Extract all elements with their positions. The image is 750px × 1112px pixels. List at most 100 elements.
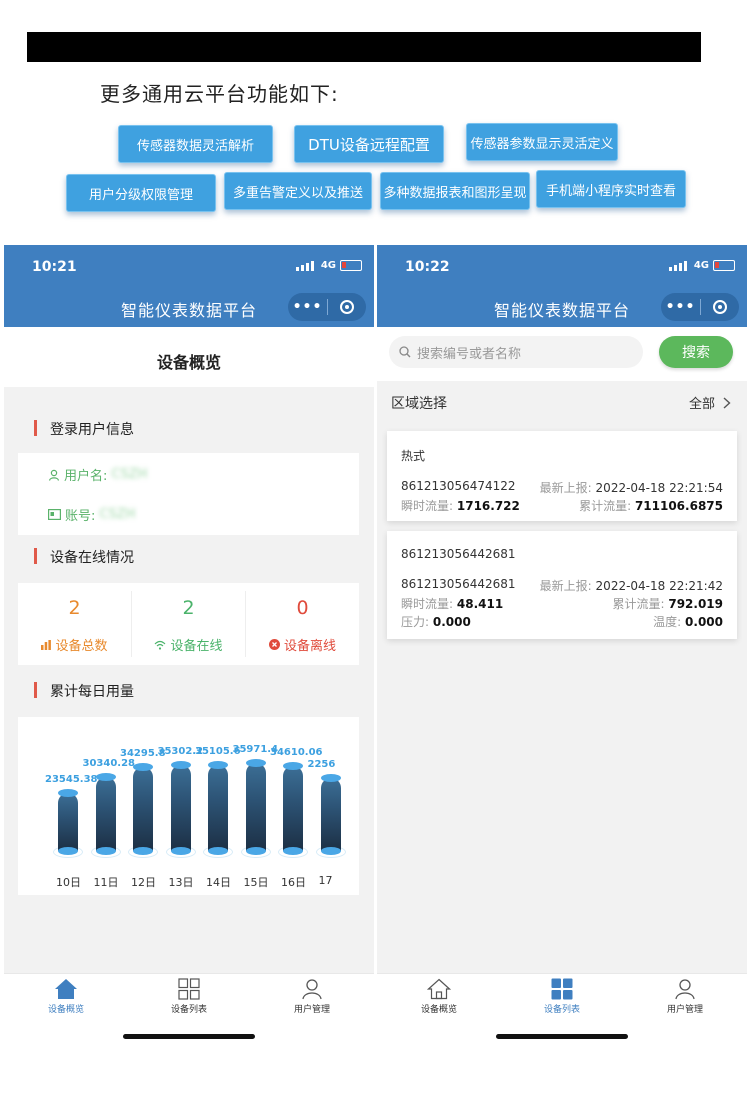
banner-title: 更多通用云平台功能如下: (100, 82, 339, 106)
more-icon[interactable]: ••• (661, 299, 700, 315)
stat-online[interactable]: 2 设备在线 (132, 583, 245, 665)
flow-label: 瞬时流量: (401, 499, 454, 513)
chart-bar[interactable] (283, 766, 303, 851)
close-target-icon[interactable] (701, 300, 739, 314)
online-stats-card: 2 设备总数 2 设备在线 0 设备离线 (18, 583, 359, 665)
tab-overview[interactable]: 设备概览 (16, 978, 116, 1015)
daily-usage-chart: 23545.38 10日 30340.28 11日 34295.8 12日 35302.2 1… (18, 717, 359, 895)
report-label: 最新上报: (539, 481, 592, 495)
home-indicator (123, 1034, 255, 1039)
bar-base (245, 847, 266, 855)
pressure-label: 压力: (401, 615, 430, 629)
bar-base (95, 847, 116, 855)
chart-bar[interactable] (320, 777, 341, 851)
bar-cap (95, 772, 116, 781)
chart-bar[interactable] (133, 767, 153, 851)
redaction-bar (27, 32, 701, 62)
page-title: 设备概览 (156, 353, 221, 372)
username-value: CSZH (111, 467, 148, 482)
battery-icon (340, 260, 362, 271)
tab-label: 设备列表 (543, 1005, 580, 1015)
home-indicator (496, 1034, 628, 1039)
device-id: 861213056442681 (401, 577, 516, 591)
username-label: 用户名: (64, 469, 108, 484)
user-icon (48, 469, 60, 481)
username-row: 用户名: CSZH (48, 465, 147, 484)
bar-value-label: 34610.06 (270, 747, 323, 759)
search-placeholder: 搜索编号或者名称 (417, 346, 522, 362)
bar-cap (170, 760, 191, 769)
bar-value-label: 30340.28 (82, 757, 136, 769)
user-info-card: 用户名: CSZH 账号: CSZH (18, 453, 359, 535)
bar-category-label: 16日 (281, 876, 306, 889)
wifi-icon (155, 640, 166, 650)
offline-x-icon (268, 639, 280, 650)
stat-total-value: 2 (68, 597, 81, 619)
device-name: 热式 (401, 449, 426, 463)
device-card[interactable]: 861213056442681 861213056442681 最新上报: 20… (387, 531, 737, 639)
home-icon (427, 978, 451, 1000)
account-label: 账号: (65, 509, 96, 524)
bar-base (58, 847, 78, 855)
report-label: 最新上报: (539, 579, 592, 593)
total-value: 792.019 (668, 597, 723, 611)
tab-overview[interactable]: 设备概览 (389, 978, 489, 1015)
region-label: 区域选择 (391, 396, 447, 412)
tab-user-manage[interactable]: 用户管理 (635, 978, 735, 1015)
chart-bar[interactable] (95, 776, 116, 851)
id-card-icon (48, 509, 61, 520)
bar-category-label: 13日 (168, 876, 194, 889)
chart-bar[interactable] (58, 793, 78, 851)
search-button[interactable]: 搜索 (659, 336, 733, 368)
grid-icon (551, 978, 573, 1000)
temp-value: 0.000 (685, 615, 723, 629)
network-label: 4G (693, 260, 709, 271)
more-icon[interactable]: ••• (288, 299, 327, 315)
bar-base (283, 847, 303, 855)
total-value: 711106.6875 (634, 499, 723, 513)
stat-offline[interactable]: 0 设备离线 (246, 583, 359, 665)
account-row: 账号: CSZH (48, 505, 135, 524)
feature-reports-graphs: 多种数据报表和图形呈现 (380, 172, 530, 210)
stat-offline-label: 设备离线 (283, 639, 336, 654)
bar-category-label: 12日 (131, 876, 156, 889)
temp-label: 温度: (653, 615, 682, 629)
chart-bar[interactable] (208, 765, 228, 851)
tab-device-list[interactable]: 设备列表 (139, 978, 239, 1015)
tab-device-list[interactable]: 设备列表 (512, 978, 612, 1015)
bar-category-label: 10日 (56, 876, 81, 889)
section-marker (34, 548, 37, 564)
tab-label: 用户管理 (293, 1005, 330, 1015)
app-header: 10:21 4G 智能仪表数据平台 ••• (4, 245, 374, 327)
status-time: 10:22 (405, 259, 450, 275)
bar-category-label: 11日 (93, 876, 119, 889)
search-input[interactable]: 搜索编号或者名称 (389, 336, 643, 368)
search-icon (399, 346, 411, 358)
bar-category-label: 15日 (243, 876, 269, 889)
tab-label: 设备概览 (47, 1005, 84, 1015)
flow-value: 1716.722 (456, 499, 520, 513)
total-label: 累计流量: (579, 499, 632, 513)
close-target-icon[interactable] (328, 300, 366, 314)
device-name: 861213056442681 (401, 547, 516, 561)
bar-base (170, 847, 191, 855)
section-marker (34, 682, 37, 698)
chart-bar[interactable] (245, 763, 266, 851)
signal-icon (669, 261, 687, 271)
stat-total[interactable]: 2 设备总数 (18, 583, 131, 665)
tab-user-manage[interactable]: 用户管理 (262, 978, 362, 1015)
account-value: CSZH (99, 507, 136, 522)
status-time: 10:21 (32, 259, 77, 275)
feature-alarm-push: 多重告警定义以及推送 (224, 172, 372, 210)
bar-cap (320, 773, 341, 782)
home-icon (55, 979, 77, 999)
report-time: 2022-04-18 22:21:54 (595, 481, 723, 495)
person-icon (302, 979, 322, 1000)
region-select-row[interactable]: 区域选择 全部 (377, 381, 747, 423)
chart-bar[interactable] (170, 764, 191, 851)
battery-icon (713, 260, 735, 271)
mini-program-capsule: ••• (288, 293, 366, 321)
stat-online-value: 2 (182, 597, 195, 619)
device-card[interactable]: 热式 861213056474122 最新上报: 2022-04-18 22:2… (387, 431, 737, 521)
stat-offline-value: 0 (296, 597, 309, 619)
